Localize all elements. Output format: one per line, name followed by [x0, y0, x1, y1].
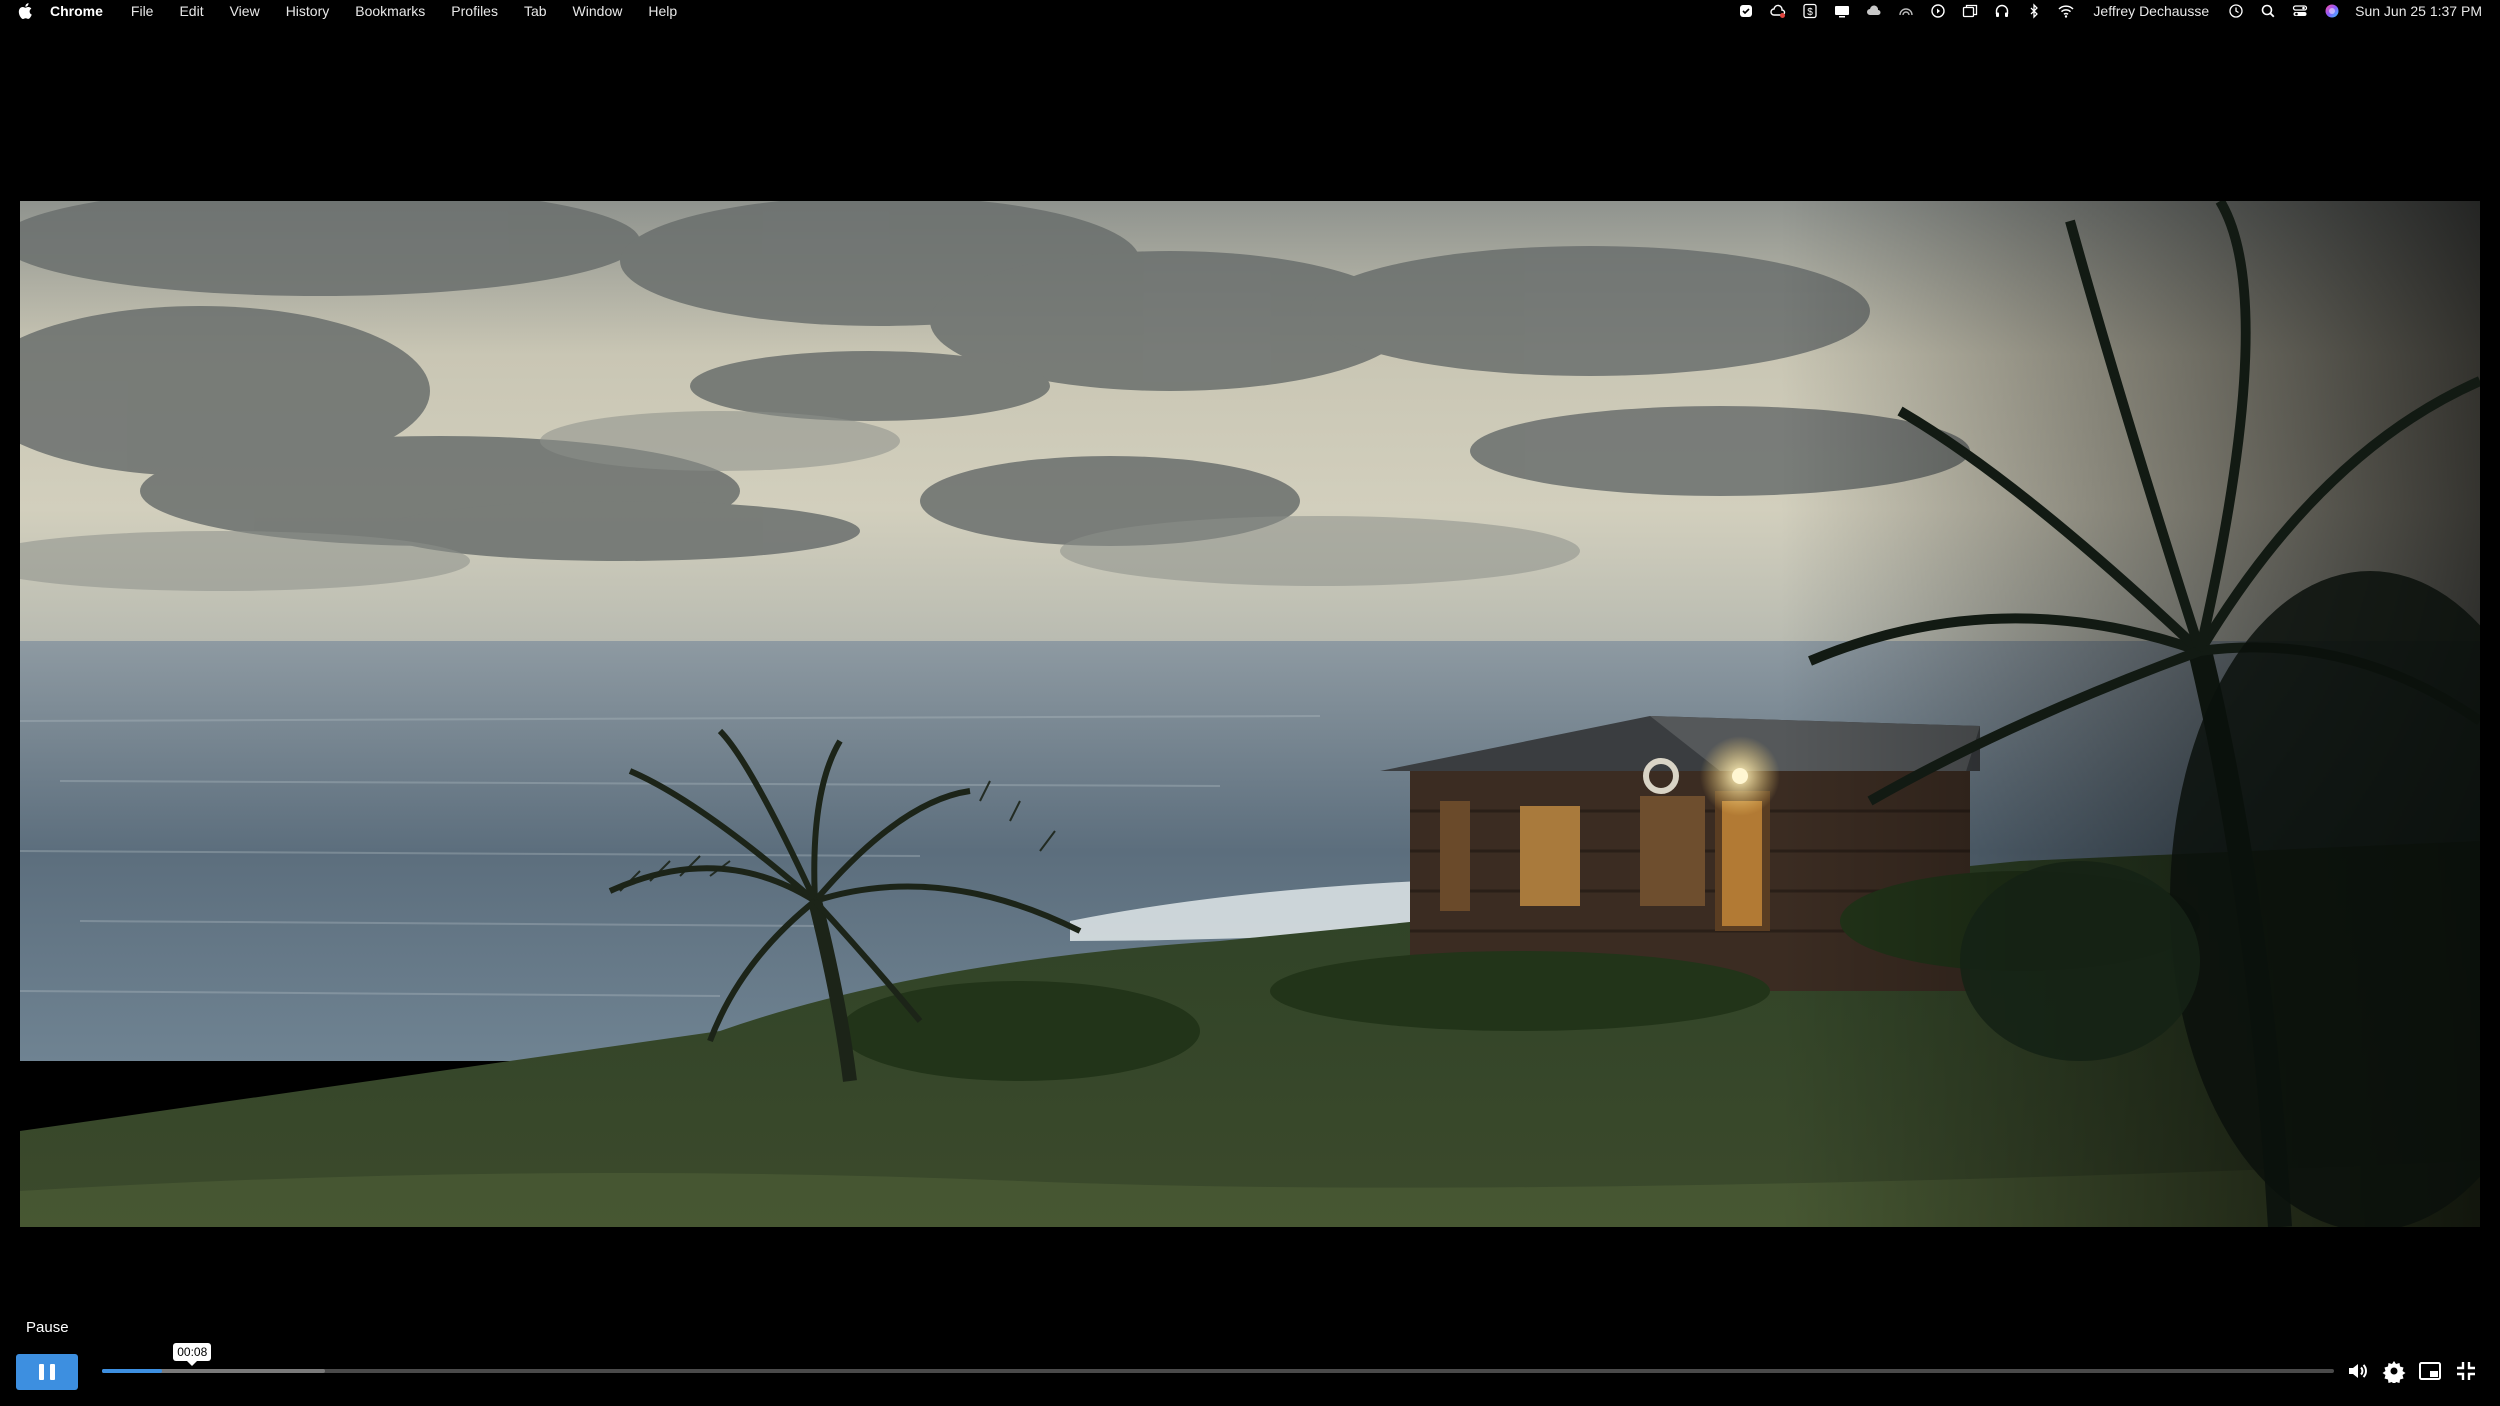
palm-tree-right [1780, 201, 2480, 1227]
bluetooth-icon[interactable] [2025, 2, 2043, 20]
dollar-app-icon[interactable]: $ [1801, 2, 1819, 20]
menu-tab[interactable]: Tab [524, 3, 547, 19]
exit-fullscreen-icon[interactable] [2452, 1357, 2480, 1385]
menu-file[interactable]: File [131, 3, 154, 19]
apple-logo-icon[interactable] [18, 2, 34, 20]
menu-edit[interactable]: Edit [179, 3, 203, 19]
video-frame[interactable] [20, 201, 2480, 1227]
time-machine-icon[interactable] [2227, 2, 2245, 20]
seek-bar[interactable] [102, 1369, 2334, 1373]
airdrop-icon[interactable] [1897, 2, 1915, 20]
user-name[interactable]: Jeffrey Dechausse [2093, 3, 2209, 19]
creative-cloud-icon[interactable] [1769, 2, 1787, 20]
siri-icon[interactable] [2323, 2, 2341, 20]
control-center-icon[interactable] [2291, 2, 2309, 20]
seek-bar-played [102, 1369, 163, 1373]
menu-history[interactable]: History [286, 3, 330, 19]
headphones-icon[interactable] [1993, 2, 2011, 20]
menu-bar-clock[interactable]: Sun Jun 25 1:37 PM [2355, 3, 2482, 19]
menu-help[interactable]: Help [648, 3, 677, 19]
pause-button[interactable] [16, 1354, 78, 1390]
menu-view[interactable]: View [230, 3, 260, 19]
pause-icon-bar-left [39, 1364, 44, 1380]
copy-windows-icon[interactable] [1961, 2, 1979, 20]
volume-icon[interactable] [2344, 1357, 2372, 1385]
wifi-icon[interactable] [2057, 2, 2075, 20]
pause-icon-bar-right [50, 1364, 55, 1380]
display-icon[interactable] [1833, 2, 1851, 20]
search-icon[interactable] [2259, 2, 2277, 20]
app-menu-chrome[interactable]: Chrome [50, 3, 103, 19]
current-time-tooltip: 00:08 [173, 1343, 212, 1366]
settings-gear-icon[interactable] [2380, 1357, 2408, 1385]
menu-bar: Chrome File Edit View History Bookmarks … [0, 0, 2500, 22]
menu-bookmarks[interactable]: Bookmarks [355, 3, 425, 19]
checkbox-icon[interactable] [1737, 2, 1755, 20]
picture-in-picture-icon[interactable] [2416, 1357, 2444, 1385]
svg-text:$: $ [1808, 7, 1814, 18]
video-scene [20, 201, 2480, 1227]
play-circle-icon[interactable] [1929, 2, 1947, 20]
cloud-icon[interactable] [1865, 2, 1883, 20]
pause-tooltip: Pause [26, 1319, 69, 1336]
menu-profiles[interactable]: Profiles [451, 3, 498, 19]
menu-window[interactable]: Window [573, 3, 623, 19]
